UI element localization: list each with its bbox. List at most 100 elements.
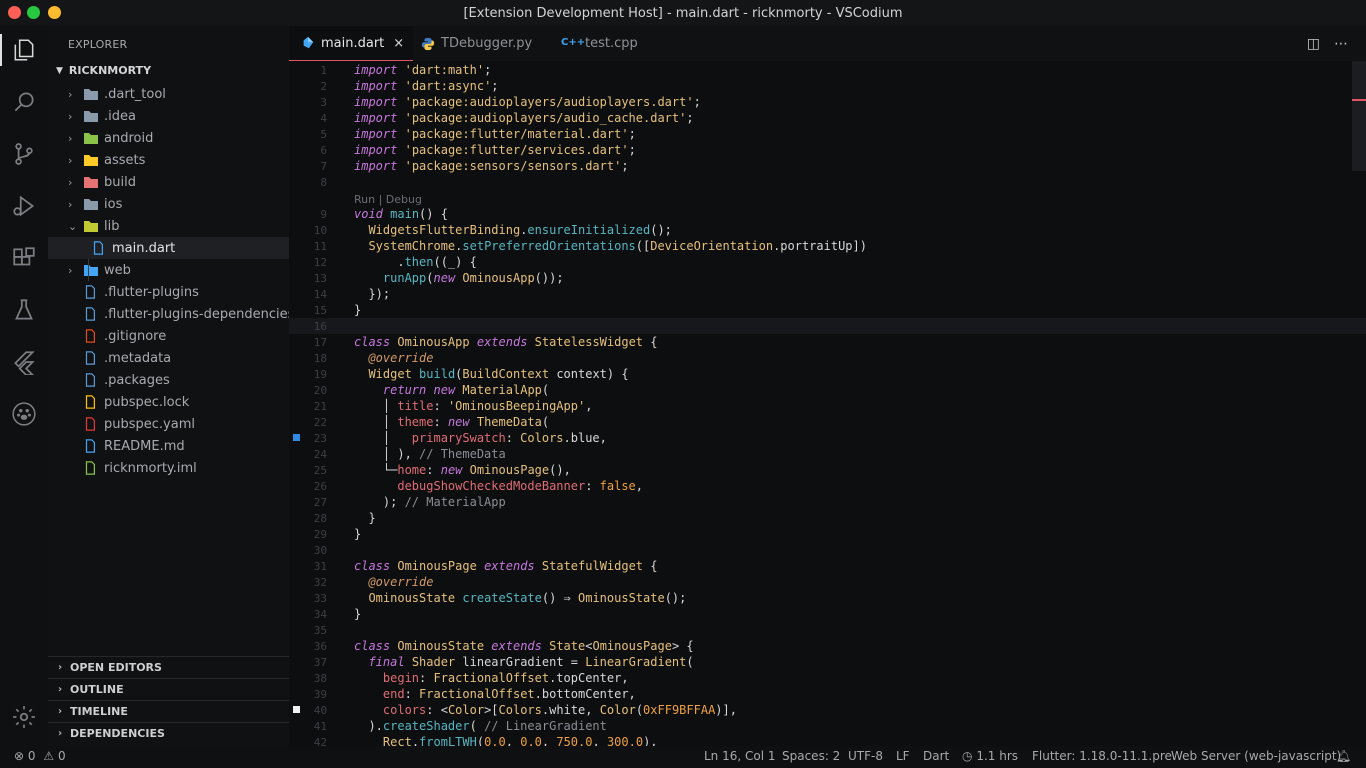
search-icon[interactable] bbox=[9, 87, 39, 117]
problems-indicator[interactable]: ⊗ 0 ⚠ 0 bbox=[14, 749, 66, 763]
explorer-item[interactable]: ricknmorty.iml bbox=[48, 457, 289, 479]
status-bar: ⊗ 0 ⚠ 0 Ln 16, Col 1 Spaces: 2 UTF-8 LF … bbox=[0, 746, 1366, 768]
chevron-right-icon: › bbox=[68, 131, 73, 145]
code-line: final Shader linearGradient = LinearGrad… bbox=[368, 655, 694, 669]
paw-icon[interactable] bbox=[9, 399, 39, 429]
iml-icon bbox=[83, 461, 99, 475]
chevron-right-icon: › bbox=[68, 263, 73, 277]
line-number: 16 bbox=[313, 320, 327, 333]
section-dependencies[interactable]: › DEPENDENCIES bbox=[48, 722, 289, 744]
codelens-run-debug[interactable]: Run | Debug bbox=[354, 193, 422, 206]
minimize-window-button[interactable] bbox=[48, 6, 61, 19]
activity-bar bbox=[0, 26, 48, 746]
maximize-window-button[interactable] bbox=[27, 6, 40, 19]
section-timeline[interactable]: › TIMELINE bbox=[48, 700, 289, 722]
line-number: 27 bbox=[313, 496, 327, 509]
tab-test-cpp[interactable]: C++ test.cpp bbox=[561, 26, 638, 61]
run-debug-icon[interactable] bbox=[9, 191, 39, 221]
line-number: 39 bbox=[313, 688, 327, 701]
explorer-item[interactable]: pubspec.lock bbox=[48, 391, 289, 413]
source-control-icon[interactable] bbox=[9, 139, 39, 169]
split-editor-icon[interactable]: ◫ bbox=[1307, 36, 1320, 52]
explorer-item-label: web bbox=[104, 262, 131, 278]
file-icon bbox=[83, 285, 99, 299]
current-line-highlight bbox=[289, 318, 1366, 334]
explorer-item-label: .gitignore bbox=[104, 328, 167, 344]
explorer-item[interactable]: › build bbox=[48, 171, 289, 193]
dart-icon bbox=[303, 36, 314, 49]
chevron-right-icon: › bbox=[68, 87, 73, 101]
line-number: 26 bbox=[313, 480, 327, 493]
testing-flask-icon[interactable] bbox=[9, 295, 39, 325]
cursor-position[interactable]: Ln 16, Col 1 bbox=[704, 749, 776, 763]
explorer-item[interactable]: .packages bbox=[48, 369, 289, 391]
section-outline[interactable]: › OUTLINE bbox=[48, 678, 289, 700]
code-line: SystemChrome.setPreferredOrientations([D… bbox=[368, 239, 867, 253]
extensions-icon[interactable] bbox=[9, 243, 39, 273]
code-line: │ primarySwatch: Colors.blue, bbox=[354, 431, 607, 445]
workspace-root[interactable]: ▼ RICKNMORTY bbox=[56, 64, 151, 77]
code-line: class OminousApp extends StatelessWidget… bbox=[354, 335, 658, 349]
explorer-item[interactable]: › web bbox=[48, 259, 289, 281]
explorer-item[interactable]: › assets bbox=[48, 149, 289, 171]
device-target[interactable]: Web Server (web-javascript) bbox=[1171, 749, 1341, 763]
explorer-item[interactable]: .flutter-plugins bbox=[48, 281, 289, 303]
explorer-item[interactable]: › android bbox=[48, 127, 289, 149]
end-of-line[interactable]: LF bbox=[896, 749, 910, 763]
tab-main-dart[interactable]: main.dart × bbox=[289, 26, 413, 61]
explorer-item[interactable]: main.dart bbox=[48, 237, 289, 259]
language-mode[interactable]: Dart bbox=[923, 749, 949, 763]
indentation[interactable]: Spaces: 2 bbox=[782, 749, 840, 763]
explorer-item-label: .flutter-plugins bbox=[104, 284, 199, 300]
cpp-icon: C++ bbox=[561, 36, 586, 48]
lib-folder-icon bbox=[83, 219, 99, 233]
flutter-version[interactable]: Flutter: 1.18.0-11.1.pre bbox=[1032, 749, 1172, 763]
explorer-item-label: build bbox=[104, 174, 136, 190]
explorer-item-label: .metadata bbox=[104, 350, 172, 366]
explorer-item[interactable]: .flutter-plugins-dependencies bbox=[48, 303, 294, 325]
settings-gear-icon[interactable] bbox=[9, 702, 39, 732]
code-editor[interactable]: 1 2 3 4 5 6 7 8 9 10 11 12 13 14 15 16 17 18 19 20 21 22 23 24 2… bbox=[289, 61, 1366, 746]
code-line: import 'package:sensors/sensors.dart'; bbox=[354, 159, 629, 173]
explorer-item[interactable]: ⌄ lib bbox=[48, 215, 289, 237]
code-line: class OminousState extends State<Ominous… bbox=[354, 639, 694, 653]
code-line: } bbox=[354, 511, 376, 525]
explorer-item[interactable]: .gitignore bbox=[48, 325, 289, 347]
explorer-item[interactable]: › .idea bbox=[48, 105, 289, 127]
code-line: } bbox=[354, 607, 362, 621]
code-line: import 'dart:math'; bbox=[354, 63, 492, 77]
code-line: │ title: 'OminousBeepingApp', bbox=[354, 399, 593, 413]
explorer-item[interactable]: › .dart_tool bbox=[48, 83, 289, 105]
line-number: 42 bbox=[313, 736, 327, 746]
warning-icon: ⚠ bbox=[43, 749, 55, 763]
line-number: 4 bbox=[320, 112, 327, 125]
explorer-item-label: README.md bbox=[104, 438, 185, 454]
code-line: │ ), // ThemeData bbox=[354, 447, 506, 461]
encoding[interactable]: UTF-8 bbox=[848, 749, 883, 763]
time-tracker[interactable]: ◷ 1.1 hrs bbox=[962, 749, 1018, 763]
code-line: runApp(new OminousApp()); bbox=[382, 271, 564, 285]
explorer-item[interactable]: › ios bbox=[48, 193, 289, 215]
editor-scrollbar[interactable] bbox=[1352, 61, 1366, 171]
line-number: 33 bbox=[313, 592, 327, 605]
breakpoint-marker bbox=[293, 706, 300, 713]
explorer-item[interactable]: .metadata bbox=[48, 347, 289, 369]
explorer-item-label: .idea bbox=[104, 108, 136, 124]
notifications-bell-icon[interactable]: 🔔︎ bbox=[1336, 749, 1351, 763]
explorer-item[interactable]: pubspec.yaml bbox=[48, 413, 289, 435]
section-open-editors[interactable]: › OPEN EDITORS bbox=[48, 656, 289, 678]
line-number: 30 bbox=[313, 544, 327, 557]
line-number: 14 bbox=[313, 288, 327, 301]
flutter-icon[interactable] bbox=[9, 347, 39, 377]
line-number: 37 bbox=[313, 656, 327, 669]
explorer-item[interactable]: README.md bbox=[48, 435, 289, 457]
close-icon[interactable]: × bbox=[393, 36, 404, 51]
code-line: end: FractionalOffset.bottomCenter, bbox=[382, 687, 636, 701]
code-line: OminousState createState() ⇒ OminousStat… bbox=[368, 591, 687, 605]
tab-tdebugger-py[interactable]: TDebugger.py bbox=[421, 26, 532, 61]
more-actions-icon[interactable]: ⋯ bbox=[1334, 36, 1348, 52]
close-window-button[interactable] bbox=[8, 6, 21, 19]
yaml-icon bbox=[83, 417, 99, 431]
explorer-icon[interactable] bbox=[9, 35, 39, 65]
section-label: TIMELINE bbox=[70, 705, 128, 718]
